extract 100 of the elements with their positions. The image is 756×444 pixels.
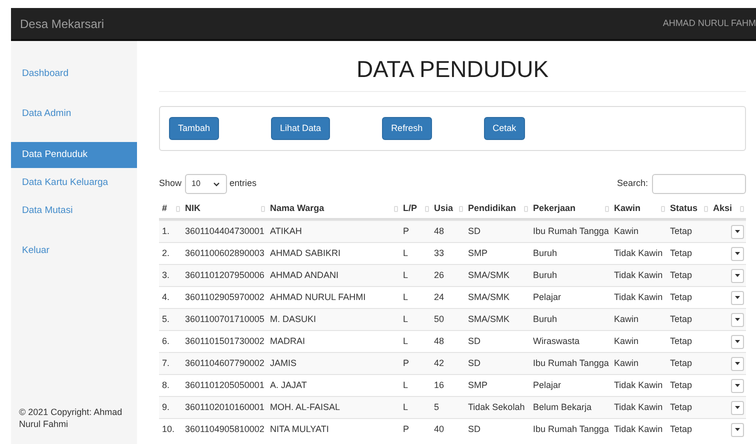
action-dropdown-button[interactable] <box>731 268 744 282</box>
column-header[interactable]: Status <box>670 202 698 216</box>
action-dropdown-button[interactable] <box>731 400 744 414</box>
table-cell: SD <box>468 424 481 434</box>
action-button[interactable]: Cetak <box>484 117 526 140</box>
user-name[interactable]: AHMAD NURUL FAHM <box>662 16 756 30</box>
table-cell: 6. <box>162 336 170 346</box>
action-button[interactable]: Lihat Data <box>271 117 330 140</box>
table-cell: M. DASUKI <box>270 314 316 324</box>
table-cell: AHMAD ANDANI <box>270 270 339 280</box>
page-title: DATA PENDUDUK <box>356 55 549 83</box>
table-cell: L <box>403 270 408 280</box>
table-cell: Pelajar <box>533 292 562 302</box>
action-dropdown-button[interactable] <box>731 290 744 304</box>
caret-icon <box>735 340 740 343</box>
action-dropdown-button[interactable] <box>731 334 744 348</box>
table-cell: Tetap <box>670 292 692 302</box>
sort-icon <box>704 206 708 212</box>
caret-icon <box>735 406 740 409</box>
table-cell: AHMAD NURUL FAHMI <box>270 292 366 302</box>
caret-icon <box>735 318 740 321</box>
table-cell: Tetap <box>670 380 692 390</box>
sidebar-label: Keluar <box>22 245 50 256</box>
table-cell: Tidak Kawin <box>614 424 663 434</box>
copyright-text: © 2021 Copyright: Ahmad Nurul Fahmi <box>18 406 124 430</box>
action-dropdown-button[interactable] <box>731 378 744 392</box>
sidebar-item[interactable]: Data Admin <box>11 101 137 128</box>
caret-icon <box>735 296 740 299</box>
sidebar-item[interactable]: Data Kartu Keluarga <box>11 170 137 196</box>
sort-icon <box>661 206 665 212</box>
action-dropdown-button[interactable] <box>731 224 744 238</box>
search-label: Search: <box>616 177 648 190</box>
sort-icon <box>176 206 180 212</box>
table-cell: ATIKAH <box>270 226 302 236</box>
table-cell: Tetap <box>670 402 692 412</box>
action-dropdown-button[interactable] <box>731 422 744 436</box>
sidebar-label: Dashboard <box>22 68 68 79</box>
table-cell: Buruh <box>533 270 558 280</box>
caret-icon <box>735 274 740 277</box>
action-dropdown-button[interactable] <box>731 312 744 326</box>
caret-icon <box>735 428 740 431</box>
table-cell: Tetap <box>670 270 692 280</box>
sidebar-label: Data Mutasi <box>22 205 73 216</box>
column-header[interactable]: Usia <box>434 202 454 216</box>
sidebar-item[interactable]: Data Mutasi <box>11 198 137 224</box>
table-cell: Buruh <box>533 248 558 258</box>
table-cell: Ibu Rumah Tangga <box>533 226 609 236</box>
search-field[interactable] <box>652 174 746 194</box>
column-header[interactable]: L/P <box>403 202 418 216</box>
column-header[interactable]: Aksi <box>713 202 732 216</box>
table-cell: 42 <box>434 358 444 368</box>
sidebar-item[interactable]: Keluar <box>11 238 137 264</box>
column-header[interactable]: Kawin <box>614 202 641 216</box>
sort-icon <box>425 206 429 212</box>
action-button[interactable]: Refresh <box>382 117 432 140</box>
table-cell: AHMAD SABIKRI <box>270 248 341 258</box>
table-cell: 10. <box>162 424 175 434</box>
table-cell: L <box>403 402 408 412</box>
table-cell: Kawin <box>614 358 639 368</box>
action-dropdown-button[interactable] <box>731 246 744 260</box>
action-button[interactable]: Tambah <box>169 117 220 140</box>
column-header[interactable]: Pekerjaan <box>533 202 576 216</box>
chevron-icon <box>212 182 220 186</box>
caret-icon <box>735 384 740 387</box>
sidebar-item[interactable]: Data Penduduk <box>11 142 137 168</box>
table-cell: L <box>403 248 408 258</box>
table-cell: 3601102905970002 <box>185 292 264 302</box>
action-dropdown-button[interactable] <box>731 356 744 370</box>
table-cell: SMA/SMK <box>468 314 510 324</box>
table-cell: Tidak Kawin <box>614 402 663 412</box>
table-cell: Tetap <box>670 336 692 346</box>
column-header[interactable]: NIK <box>185 202 200 216</box>
sidebar-label: Data Admin <box>22 108 72 120</box>
table-cell: 3601101207950006 <box>185 270 264 280</box>
table-cell: 48 <box>434 336 444 346</box>
table-cell: SMA/SMK <box>468 270 510 280</box>
caret-icon <box>735 230 740 233</box>
column-header[interactable]: Nama Warga <box>270 202 324 216</box>
table-cell: P <box>403 226 410 236</box>
sort-icon <box>740 206 744 212</box>
table-cell: 5. <box>162 314 170 324</box>
table-cell: 40 <box>434 424 444 434</box>
page-size-select[interactable]: 10 <box>184 174 227 194</box>
column-header[interactable]: Pendidikan <box>468 202 516 216</box>
table-cell: 33 <box>434 248 444 258</box>
sort-icon <box>261 206 265 212</box>
sidebar-item[interactable]: Dashboard <box>11 61 137 88</box>
table-cell: Ibu Rumah Tangga <box>533 424 609 434</box>
sort-icon <box>394 206 398 212</box>
table-cell: A. JAJAT <box>270 380 307 390</box>
table-cell: SD <box>468 336 481 346</box>
table-cell: 7. <box>162 358 170 368</box>
table-cell: MOH. AL-FAISAL <box>270 402 340 412</box>
table-cell: Tidak Sekolah <box>468 402 525 412</box>
brand-title[interactable]: Desa Mekarsari <box>20 14 104 32</box>
table-cell: 3. <box>162 270 170 280</box>
column-header[interactable]: # <box>162 202 168 216</box>
table-cell: P <box>403 358 410 368</box>
table-cell: Tetap <box>670 248 692 258</box>
caret-icon <box>735 362 740 365</box>
